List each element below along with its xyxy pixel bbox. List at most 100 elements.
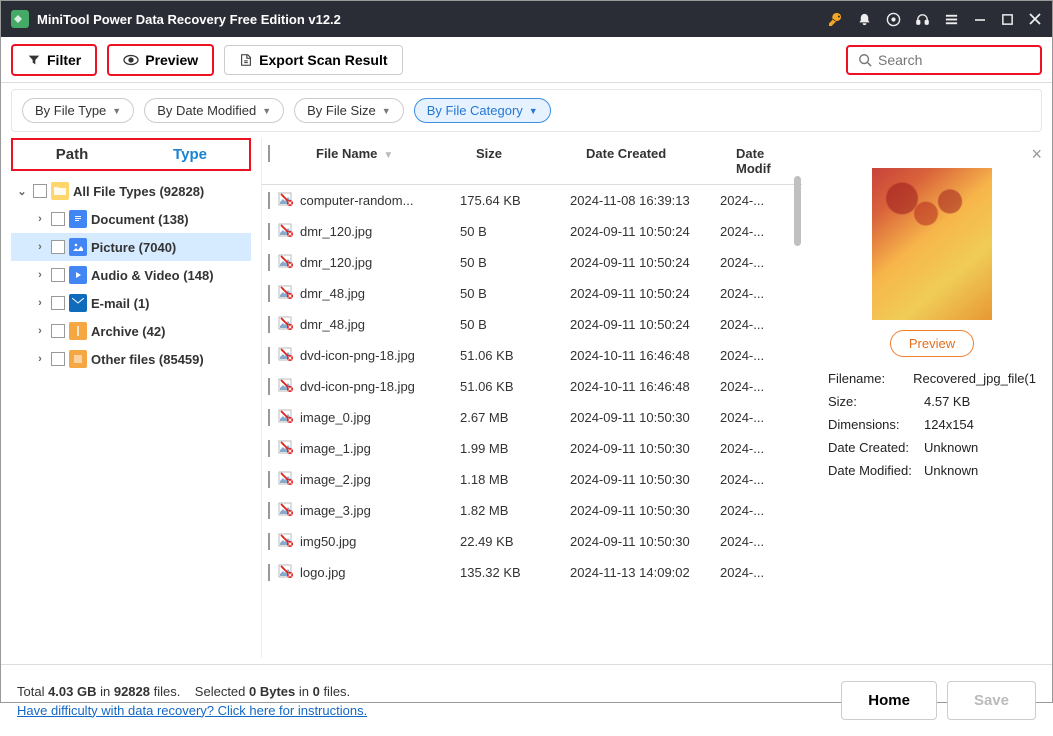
file-table: File Name▼ Size Date Created Date Modif … [261,138,802,658]
email-icon [69,294,87,312]
checkbox[interactable] [51,240,65,254]
preview-panel: × Preview Filename:Recovered_jpg_file(1 … [812,138,1046,658]
chip-date-modified[interactable]: By Date Modified▼ [144,98,284,123]
table-row[interactable]: dmr_48.jpg50 B2024-09-11 10:50:242024-..… [262,278,802,309]
table-row[interactable]: image_3.jpg1.82 MB2024-09-11 10:50:30202… [262,495,802,526]
row-checkbox[interactable] [268,502,270,519]
cell-name: logo.jpg [300,565,460,580]
help-link[interactable]: Have difficulty with data recovery? Clic… [17,703,367,718]
row-checkbox[interactable] [268,347,270,364]
scrollbar-thumb[interactable] [794,176,801,246]
meta-size-value: 4.57 KB [924,394,970,409]
chip-file-category[interactable]: By File Category ▼ [414,98,551,123]
search-box[interactable] [846,45,1042,75]
maximize-icon[interactable] [1001,13,1014,26]
chevron-down-icon: ▼ [529,106,538,116]
row-checkbox[interactable] [268,409,270,426]
col-header-size[interactable]: Size [476,146,586,176]
checkbox[interactable] [51,212,65,226]
table-row[interactable]: dmr_48.jpg50 B2024-09-11 10:50:242024-..… [262,309,802,340]
expand-icon[interactable]: › [33,297,47,309]
menu-icon[interactable] [944,12,959,27]
preview-button[interactable]: Preview [107,44,214,76]
select-all-checkbox[interactable] [268,145,270,162]
bell-icon[interactable] [857,12,872,27]
close-preview-icon[interactable]: × [1031,144,1042,165]
broken-image-icon [278,470,294,486]
cell-name: dmr_48.jpg [300,286,460,301]
table-row[interactable]: dmr_120.jpg50 B2024-09-11 10:50:242024-.… [262,247,802,278]
table-row[interactable]: image_0.jpg2.67 MB2024-09-11 10:50:30202… [262,402,802,433]
checkbox[interactable] [51,324,65,338]
expand-icon[interactable]: › [33,213,47,225]
table-row[interactable]: img50.jpg22.49 KB2024-09-11 10:50:302024… [262,526,802,557]
filter-button[interactable]: Filter [11,44,97,76]
col-header-name[interactable]: File Name▼ [316,146,476,176]
expand-icon[interactable]: › [33,353,47,365]
tree-archive[interactable]: › Archive (42) [11,317,251,345]
collapse-icon[interactable]: ⌄ [15,185,29,198]
cell-name: image_1.jpg [300,441,460,456]
tree-audio-video[interactable]: › Audio & Video (148) [11,261,251,289]
table-row[interactable]: image_1.jpg1.99 MB2024-09-11 10:50:30202… [262,433,802,464]
tree-picture[interactable]: › Picture (7040) [11,233,251,261]
save-button[interactable]: Save [947,681,1036,720]
export-button[interactable]: Export Scan Result [224,45,402,75]
cell-modified: 2024-... [720,348,780,363]
chip-label: By File Category [427,103,523,118]
chip-file-size[interactable]: By File Size▼ [294,98,404,123]
audio-video-icon [69,266,87,284]
row-checkbox[interactable] [268,316,270,333]
row-checkbox[interactable] [268,440,270,457]
disc-icon[interactable] [886,12,901,27]
row-checkbox[interactable] [268,533,270,550]
row-checkbox[interactable] [268,254,270,271]
cell-created: 2024-09-11 10:50:30 [570,534,720,549]
chip-file-type[interactable]: By File Type▼ [22,98,134,123]
tab-path[interactable]: Path [13,140,131,169]
row-checkbox[interactable] [268,285,270,302]
cell-size: 50 B [460,317,570,332]
expand-icon[interactable]: › [33,241,47,253]
cell-created: 2024-09-11 10:50:30 [570,410,720,425]
row-checkbox[interactable] [268,378,270,395]
table-row[interactable]: dvd-icon-png-18.jpg51.06 KB2024-10-11 16… [262,340,802,371]
table-row[interactable]: dvd-icon-png-18.jpg51.06 KB2024-10-11 16… [262,371,802,402]
checkbox[interactable] [51,268,65,282]
picture-icon [69,238,87,256]
close-icon[interactable] [1028,12,1042,26]
table-row[interactable]: logo.jpg135.32 KB2024-11-13 14:09:022024… [262,557,802,588]
row-checkbox[interactable] [268,564,270,581]
cell-created: 2024-09-11 10:50:24 [570,224,720,239]
table-row[interactable]: dmr_120.jpg50 B2024-09-11 10:50:242024-.… [262,216,802,247]
expand-icon[interactable]: › [33,269,47,281]
export-label: Export Scan Result [259,52,387,68]
table-row[interactable]: image_2.jpg1.18 MB2024-09-11 10:50:30202… [262,464,802,495]
home-button[interactable]: Home [841,681,937,720]
row-checkbox[interactable] [268,223,270,240]
cell-modified: 2024-... [720,472,780,487]
titlebar: MiniTool Power Data Recovery Free Editio… [1,1,1052,37]
tree-root[interactable]: ⌄ All File Types (92828) [11,177,251,205]
row-checkbox[interactable] [268,471,270,488]
tree-other[interactable]: › Other files (85459) [11,345,251,373]
tree-email[interactable]: › E-mail (1) [11,289,251,317]
col-header-created[interactable]: Date Created [586,146,736,176]
checkbox[interactable] [51,296,65,310]
headset-icon[interactable] [915,12,930,27]
table-row[interactable]: computer-random...175.64 KB2024-11-08 16… [262,185,802,216]
table-body[interactable]: computer-random...175.64 KB2024-11-08 16… [262,185,802,658]
file-type-tree[interactable]: ⌄ All File Types (92828) › Document (138… [11,171,251,658]
tab-type[interactable]: Type [131,140,249,169]
row-checkbox[interactable] [268,192,270,209]
tree-document[interactable]: › Document (138) [11,205,251,233]
checkbox[interactable] [33,184,47,198]
key-icon[interactable] [827,11,843,27]
col-header-modified[interactable]: Date Modif [736,146,796,176]
minimize-icon[interactable] [973,12,987,26]
preview-open-button[interactable]: Preview [890,330,974,357]
search-input[interactable] [878,52,1030,68]
sidebar-tabs: Path Type [11,138,251,171]
checkbox[interactable] [51,352,65,366]
expand-icon[interactable]: › [33,325,47,337]
